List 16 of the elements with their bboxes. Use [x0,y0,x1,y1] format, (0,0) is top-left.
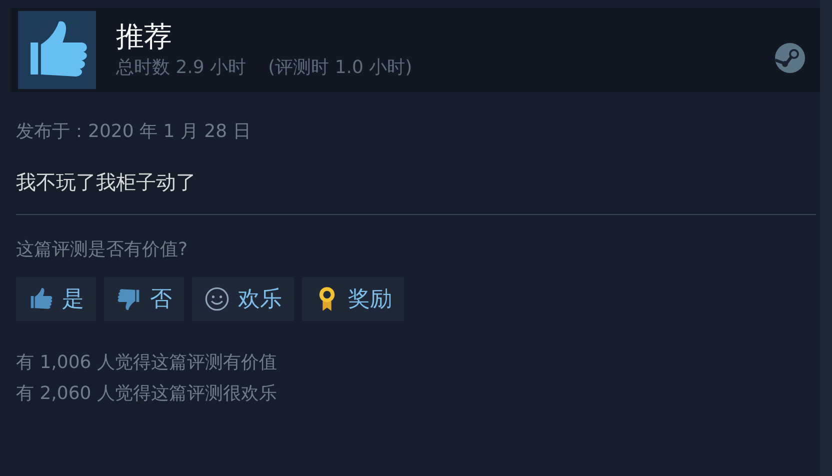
posted-date: 发布于：2020 年 1 月 28 日 [16,120,252,144]
vote-count: 有 2,060 人觉得这篇评测很欢乐 [16,382,278,406]
steam-logo-icon [774,42,806,74]
thumbs-up-icon [28,286,54,312]
hours-played: 总时数 2.9 小时 [116,56,246,80]
helpful-question: 这篇评测是否有价值? [16,238,189,262]
smiley-icon [204,286,230,312]
vote-button[interactable]: 是 [16,277,96,321]
review-text: 我不玩了我柜子动了 [16,169,197,196]
hours-at-review: (评测时 1.0 小时) [268,56,412,80]
verdict-title: 推荐 [116,19,173,55]
vote-button[interactable]: 欢乐 [192,277,294,321]
vote-button[interactable]: 否 [104,277,184,321]
vote-button[interactable]: 奖励 [302,277,404,321]
vote-count: 有 1,006 人觉得这篇评测有价值 [16,351,278,375]
thumbs-down-icon [116,286,142,312]
